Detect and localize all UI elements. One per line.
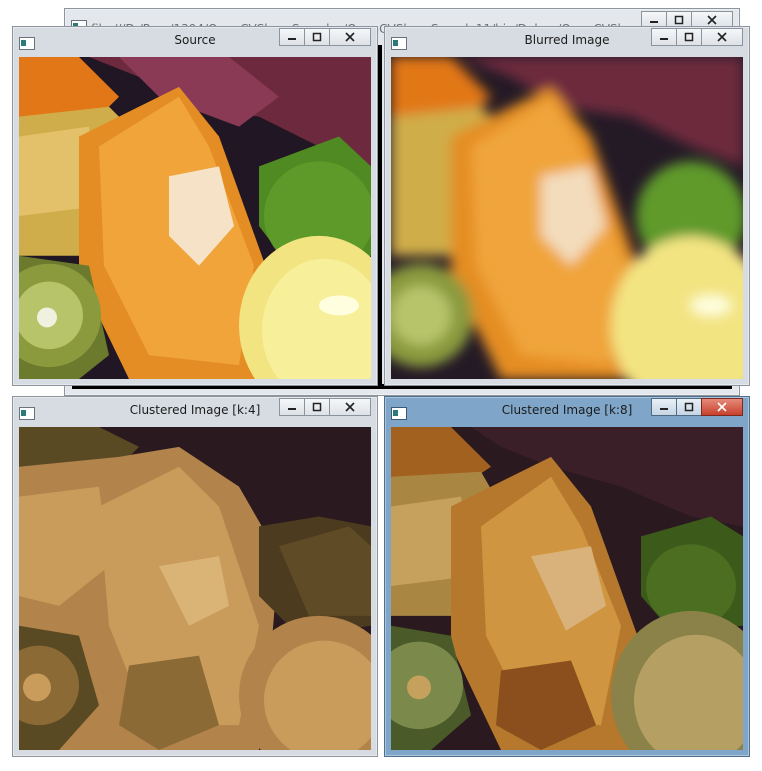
maximize-icon [684, 402, 694, 412]
close-icon [717, 32, 727, 42]
clustered-k4-maximize-button[interactable] [304, 398, 330, 416]
maximize-icon [312, 402, 322, 412]
source-close-button[interactable] [329, 28, 371, 46]
blurred-minimize-button[interactable] [651, 28, 677, 46]
source-window-controls [279, 28, 371, 46]
clustered-k8-window-controls [651, 398, 743, 416]
clustered-k8-window[interactable]: Clustered Image [k:8] [384, 396, 750, 757]
source-window[interactable]: Source [12, 26, 378, 386]
background-divider-vertical [378, 45, 382, 387]
clustered-k8-close-button[interactable] [701, 398, 743, 416]
minimize-icon [660, 408, 668, 410]
clustered-k8-image [391, 427, 743, 750]
source-image [19, 57, 371, 379]
blurred-window-controls [651, 28, 743, 46]
clustered-k4-window-controls [279, 398, 371, 416]
close-icon [345, 402, 355, 412]
source-minimize-button[interactable] [279, 28, 305, 46]
clustered-k4-minimize-button[interactable] [279, 398, 305, 416]
maximize-icon [312, 32, 322, 42]
minimize-icon [288, 408, 296, 410]
minimize-icon [660, 38, 668, 40]
clustered-k4-titlebar[interactable]: Clustered Image [k:4] [13, 397, 377, 427]
close-icon [345, 32, 355, 42]
source-maximize-button[interactable] [304, 28, 330, 46]
close-icon [717, 402, 727, 412]
clustered-k8-maximize-button[interactable] [676, 398, 702, 416]
clustered-k4-image [19, 427, 371, 750]
minimize-icon [650, 21, 658, 23]
blurred-window[interactable]: Blurred Image [384, 26, 750, 386]
source-titlebar[interactable]: Source [13, 27, 377, 57]
clustered-k4-close-button[interactable] [329, 398, 371, 416]
blurred-maximize-button[interactable] [676, 28, 702, 46]
maximize-icon [684, 32, 694, 42]
blurred-close-button[interactable] [701, 28, 743, 46]
clustered-k8-minimize-button[interactable] [651, 398, 677, 416]
clustered-k8-titlebar[interactable]: Clustered Image [k:8] [385, 397, 749, 427]
blurred-titlebar[interactable]: Blurred Image [385, 27, 749, 57]
close-icon [707, 15, 717, 25]
blurred-image [391, 57, 743, 379]
minimize-icon [288, 38, 296, 40]
clustered-k4-window[interactable]: Clustered Image [k:4] [12, 396, 378, 757]
maximize-icon [674, 15, 684, 25]
